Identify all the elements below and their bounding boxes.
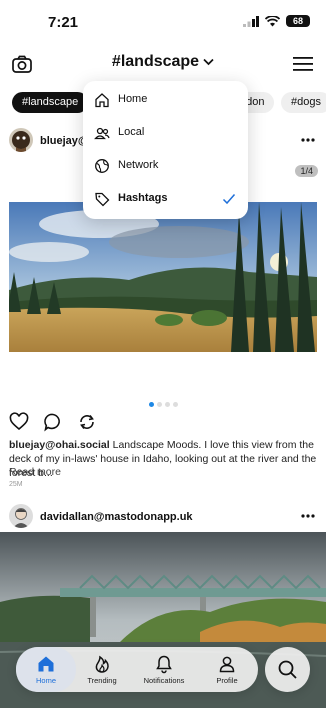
status-time: 7:21 — [48, 14, 79, 31]
post-actions — [9, 412, 97, 432]
dropdown-item-label: Network — [118, 159, 159, 171]
post-author-handle[interactable]: bluejay@ — [40, 135, 89, 147]
carousel-dot — [156, 402, 162, 407]
tab-label: Notifications — [143, 676, 185, 685]
house-icon — [95, 93, 109, 108]
tab-label: Profile — [216, 676, 238, 685]
tab-label: Trending — [87, 676, 117, 685]
dropdown-item-label: Home — [118, 93, 148, 105]
heart-icon[interactable] — [9, 412, 29, 432]
tab-home[interactable]: Home — [16, 647, 76, 692]
tab-profile[interactable]: Profile — [197, 647, 257, 692]
post-author-handle[interactable]: davidallan@mastodonapp.uk — [40, 511, 193, 523]
tag-chip-landscape[interactable]: #landscape — [12, 92, 89, 113]
wifi-icon — [265, 15, 280, 26]
page-title: #landscape — [111, 53, 200, 70]
image-counter: 1/4 — [295, 165, 318, 177]
checkmark-icon — [222, 194, 236, 205]
post-image[interactable] — [9, 202, 317, 352]
bottom-tab-bar: Home Trending Notifications Profile — [16, 647, 258, 692]
battery-indicator: 68 — [286, 15, 310, 27]
avatar-image — [9, 504, 33, 528]
dropdown-item-hashtags[interactable]: Hashtags — [83, 183, 248, 216]
avatar[interactable] — [9, 504, 33, 528]
carousel-dot — [172, 402, 178, 407]
dropdown-item-home[interactable]: Home — [83, 84, 248, 117]
post-author-full[interactable]: bluejay@ohai.social — [9, 439, 110, 451]
more-options-icon[interactable] — [301, 514, 315, 518]
tag-icon — [95, 192, 110, 207]
hamburger-menu-icon[interactable] — [292, 55, 314, 73]
post-timestamp: 25M — [9, 481, 23, 488]
carousel-dots — [0, 402, 326, 407]
tab-notifications[interactable]: Notifications — [134, 647, 194, 692]
dropdown-item-label: Local — [118, 126, 145, 138]
signal-icon — [243, 15, 259, 27]
carousel-dot — [164, 402, 170, 407]
dropdown-item-label: Hashtags — [118, 192, 168, 204]
globe-icon — [95, 159, 109, 173]
timeline-dropdown-menu: Home Local Network Hashtags — [83, 81, 248, 219]
app-header: #landscape — [0, 44, 326, 84]
avatar[interactable] — [9, 128, 33, 152]
person-icon — [219, 656, 235, 673]
read-more-link[interactable]: Read more — [9, 466, 61, 478]
dropdown-item-local[interactable]: Local — [83, 117, 248, 150]
boost-icon[interactable] — [77, 412, 97, 432]
status-icons: 68 — [243, 15, 310, 27]
bell-icon — [156, 655, 172, 674]
dropdown-item-network[interactable]: Network — [83, 150, 248, 183]
status-bar: 7:21 68 — [0, 0, 326, 44]
search-icon — [278, 660, 297, 679]
reply-icon[interactable] — [43, 412, 63, 432]
avatar-image — [9, 128, 33, 152]
tag-chip-dogs[interactable]: #dogs — [281, 92, 326, 113]
tab-label: Home — [35, 676, 56, 685]
chevron-down-icon — [203, 58, 214, 65]
timeline-selector[interactable]: #landscape — [0, 53, 326, 71]
more-options-icon[interactable] — [301, 138, 315, 142]
carousel-dot — [148, 402, 154, 407]
house-icon — [38, 656, 54, 672]
people-icon — [94, 127, 110, 140]
flame-icon — [95, 655, 109, 673]
tab-trending[interactable]: Trending — [72, 647, 132, 692]
search-button[interactable] — [265, 647, 310, 692]
